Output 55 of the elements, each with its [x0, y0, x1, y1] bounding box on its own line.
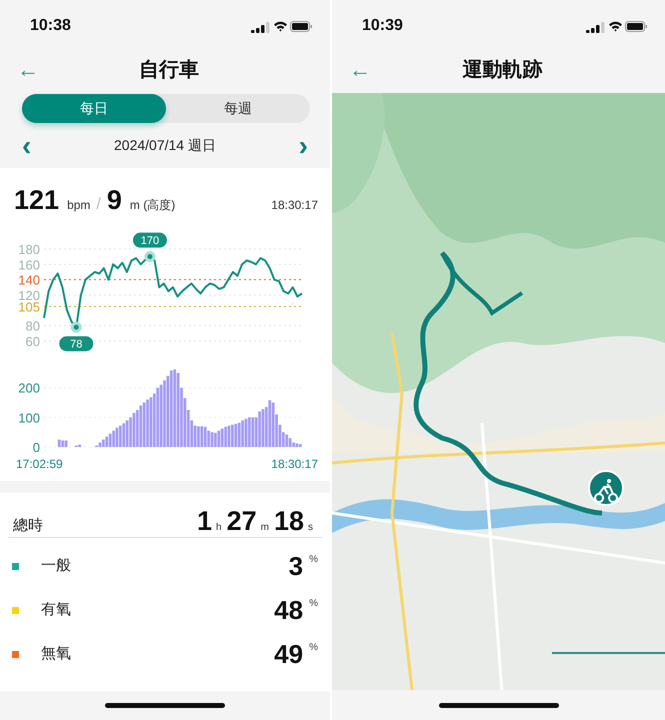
annotation: 78 [70, 338, 82, 350]
wifi-icon [609, 22, 622, 32]
duration-value: 1 [196, 505, 212, 538]
zone-value: 48 [274, 594, 304, 626]
annotation: 170 [140, 234, 160, 247]
axis-label: 160 [18, 256, 40, 272]
axis-label: 80 [26, 318, 40, 334]
altitude-value: 9 [106, 184, 122, 217]
unit-label: % [309, 553, 318, 567]
unit-label: m [260, 521, 269, 535]
battery-icon [625, 21, 647, 32]
value-callout: 78 [59, 336, 94, 351]
zone-label: 有氧 [41, 600, 71, 620]
unit-label: m (高度) [130, 197, 176, 214]
wifi-icon [274, 22, 287, 32]
unit-label: h [216, 521, 222, 535]
data-point [144, 250, 156, 262]
next-button[interactable]: › [294, 132, 312, 160]
previous-button[interactable]: ‹ [18, 132, 36, 160]
signal-icon [251, 22, 270, 33]
axis-label: 60 [26, 334, 40, 348]
screen-title: 運動軌跡 [462, 59, 542, 81]
unit-label: s [308, 521, 313, 535]
time-label: 18:30:17 [271, 197, 318, 214]
back-button[interactable]: ← [8, 59, 48, 81]
back-button[interactable]: ← [340, 59, 380, 81]
zone-label: 無氧 [41, 644, 71, 664]
tab[interactable]: 每日 [22, 94, 166, 123]
zone-label: 一般 [41, 556, 71, 576]
status-time: 10:39 [362, 16, 403, 36]
status-time: 10:38 [30, 16, 71, 36]
zone-value: 3 [288, 550, 304, 582]
value-callout: 170 [132, 232, 167, 248]
axis-label: 140 [18, 272, 40, 288]
heart-rate-value: 121 [14, 184, 60, 217]
axis-label: 100 [18, 410, 40, 425]
time-label: 17:02:59 [16, 456, 63, 472]
axis-label: 0 [32, 440, 40, 452]
tab[interactable]: 每週 [166, 94, 310, 123]
axis-label: 180 [18, 242, 40, 256]
date-label: 2024/07/14 週日 [114, 136, 216, 155]
unit-label: % [309, 641, 318, 655]
signal-icon [586, 22, 604, 33]
total-label: 總時 [13, 516, 43, 536]
zone-value: 49 [274, 638, 304, 670]
separator: / [96, 195, 101, 215]
duration-value: 18 [274, 505, 304, 538]
duration-value: 27 [226, 505, 257, 538]
time-label: 18:30:17 [271, 456, 318, 472]
unit-label: bpm [67, 197, 90, 214]
unit-label: % [309, 597, 318, 611]
battery-icon [290, 21, 312, 32]
axis-label: 200 [18, 380, 40, 396]
screen-title: 自行車 [139, 59, 199, 81]
data-point [70, 321, 82, 332]
